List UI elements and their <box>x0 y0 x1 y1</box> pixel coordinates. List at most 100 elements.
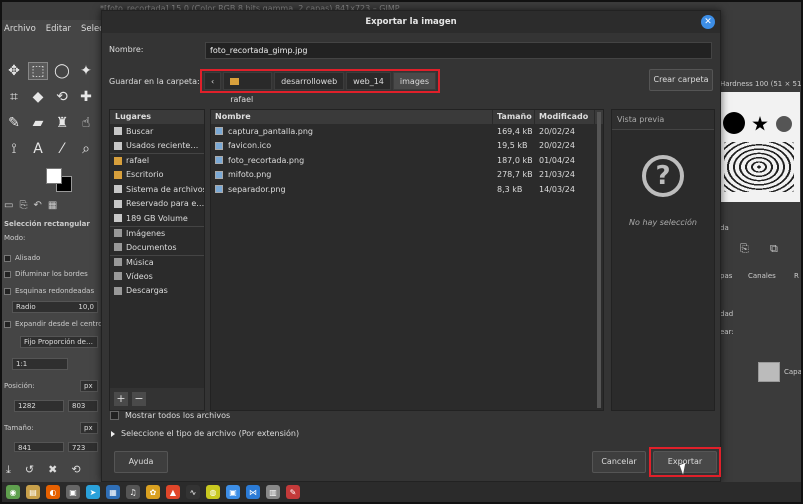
app-icon[interactable]: ✎ <box>286 485 300 499</box>
breadcrumb-web14[interactable]: web_14 <box>346 72 391 90</box>
menu-editar[interactable]: Editar <box>46 24 71 34</box>
column-size[interactable]: Tamaño <box>493 110 535 124</box>
delete-options-icon[interactable]: ✖ <box>48 463 57 477</box>
menu-archivo[interactable]: Archivo <box>4 24 36 34</box>
column-name[interactable]: Nombre <box>211 110 493 124</box>
file-row[interactable]: captura_pantalla.png 169,4 kB 20/02/24 <box>211 124 603 139</box>
monitor-icon[interactable]: ∿ <box>186 485 200 499</box>
size-unit[interactable]: px <box>80 422 98 434</box>
channels-tab[interactable]: Canales <box>748 272 776 280</box>
place-search[interactable]: Buscar <box>110 124 204 139</box>
reset-options-icon[interactable]: ⟲ <box>71 463 80 477</box>
lasso-tool-icon[interactable]: ◯ <box>52 62 72 80</box>
foreground-color[interactable] <box>46 168 62 184</box>
device-status-tab-icon[interactable]: ⎘ <box>19 200 27 211</box>
position-x-input[interactable]: 1282 <box>14 400 64 412</box>
images-tab-icon[interactable]: ▦ <box>48 200 57 211</box>
telegram-icon[interactable]: ➤ <box>86 485 100 499</box>
tool-options-tab-icon[interactable]: ▭ <box>4 200 13 211</box>
file-row[interactable]: favicon.ico 19,5 kB 20/02/24 <box>211 139 603 154</box>
color-swatches[interactable] <box>46 168 76 192</box>
breadcrumb-back-button[interactable]: ‹ <box>204 72 222 90</box>
duplicate-brush-icon[interactable]: ⧉ <box>770 242 778 256</box>
fuzzy-select-tool-icon[interactable]: ✦ <box>76 62 96 80</box>
restore-options-icon[interactable]: ↺ <box>25 463 34 477</box>
add-bookmark-button[interactable]: + <box>114 392 128 406</box>
file-row[interactable]: mifoto.png 278,7 kB 21/03/24 <box>211 168 603 183</box>
expand-checkbox[interactable] <box>4 320 11 328</box>
brush-soft[interactable] <box>776 116 792 132</box>
rounded-checkbox[interactable] <box>4 287 11 295</box>
app-icon[interactable]: ▥ <box>266 485 280 499</box>
place-volume[interactable]: 189 GB Volume <box>110 211 204 226</box>
help-button[interactable]: Ayuda <box>114 451 168 473</box>
remove-bookmark-button[interactable]: − <box>132 392 146 406</box>
menu-icon[interactable]: ◉ <box>6 485 20 499</box>
smudge-tool-icon[interactable]: ☝ <box>76 114 96 132</box>
undo-tab-icon[interactable]: ↶ <box>33 200 41 211</box>
place-images[interactable]: Imágenes <box>110 225 204 241</box>
text-tool-icon[interactable]: A <box>28 140 48 158</box>
layer-name[interactable]: Capa <box>784 368 802 376</box>
show-all-option[interactable]: Mostrar todos los archivos <box>110 411 230 420</box>
antialias-checkbox[interactable] <box>4 254 11 262</box>
show-all-checkbox[interactable] <box>110 411 119 420</box>
files-icon[interactable]: ▤ <box>26 485 40 499</box>
app-icon[interactable]: ▦ <box>106 485 120 499</box>
app-icon[interactable]: ▣ <box>226 485 240 499</box>
move-tool-icon[interactable]: ✥ <box>4 62 24 80</box>
layer-thumbnail[interactable] <box>758 362 780 382</box>
zoom-tool-icon[interactable]: ⌕ <box>76 140 96 158</box>
picker-tool-icon[interactable]: ⁄ <box>52 140 72 158</box>
layers-tab[interactable]: pas <box>720 272 732 280</box>
place-home[interactable]: rafael <box>110 153 204 168</box>
app-icon[interactable]: ✿ <box>146 485 160 499</box>
app-icon[interactable]: ▲ <box>166 485 180 499</box>
size-w-input[interactable]: 841 <box>14 442 64 452</box>
fixed-dropdown[interactable]: Fijo Proporción de… <box>20 336 98 348</box>
app-icon[interactable]: ◍ <box>206 485 220 499</box>
brush-texture-grid[interactable] <box>724 142 794 192</box>
paths-tab[interactable]: R <box>794 272 799 280</box>
place-videos[interactable]: Vídeos <box>110 269 204 284</box>
file-list-scrollbar[interactable] <box>597 112 601 408</box>
size-h-input[interactable]: 723 <box>68 442 98 452</box>
warp-tool-icon[interactable]: ⟲ <box>52 88 72 106</box>
place-music[interactable]: Música <box>110 254 204 270</box>
pencil-tool-icon[interactable]: ✎ <box>4 114 24 132</box>
eraser-tool-icon[interactable]: ▰ <box>28 114 48 132</box>
radius-slider[interactable]: Radio 10,0 <box>12 301 98 313</box>
position-unit[interactable]: px <box>80 380 98 392</box>
file-row[interactable]: separador.png 8,3 kB 14/03/24 <box>211 182 603 197</box>
position-y-input[interactable]: 803 <box>68 400 98 412</box>
breadcrumb-desarrolloweb[interactable]: desarrolloweb <box>274 72 345 90</box>
breadcrumb-images[interactable]: images <box>392 72 436 90</box>
paths-tool-icon[interactable]: ⟟ <box>4 140 24 158</box>
create-folder-button[interactable]: Crear carpeta <box>649 69 713 91</box>
rect-select-tool-icon[interactable]: ⬚ <box>28 62 48 80</box>
file-type-expander[interactable]: Seleccione el tipo de archivo (Por exten… <box>111 429 299 438</box>
cancel-button[interactable]: Cancelar <box>592 451 646 473</box>
filename-input[interactable] <box>205 42 712 59</box>
ratio-input[interactable]: 1:1 <box>12 358 68 370</box>
breadcrumb-rafael[interactable]: rafael <box>223 72 273 104</box>
transform-tool-icon[interactable]: ◆ <box>28 88 48 106</box>
place-recent[interactable]: Usados reciente… <box>110 139 204 154</box>
firefox-icon[interactable]: ◐ <box>46 485 60 499</box>
vscode-icon[interactable]: ⋈ <box>246 485 260 499</box>
place-desktop[interactable]: Escritorio <box>110 168 204 183</box>
file-row[interactable]: foto_recortada.png 187,0 kB 01/04/24 <box>211 153 603 168</box>
new-brush-icon[interactable]: ⎘ <box>740 242 749 256</box>
place-documents[interactable]: Documentos <box>110 240 204 255</box>
place-reserved[interactable]: Reservado para e… <box>110 197 204 212</box>
stamp-tool-icon[interactable]: ♜ <box>52 114 72 132</box>
place-downloads[interactable]: Descargas <box>110 284 204 299</box>
close-icon[interactable]: ✕ <box>701 15 715 29</box>
save-options-icon[interactable]: ⤓ <box>6 463 11 477</box>
brush-star[interactable] <box>752 116 768 131</box>
heal-tool-icon[interactable]: ✚ <box>76 88 96 106</box>
feather-checkbox[interactable] <box>4 270 11 278</box>
crop-tool-icon[interactable]: ⌗ <box>4 88 24 106</box>
brush-hard-circle[interactable] <box>723 112 745 134</box>
brush-grid[interactable] <box>720 92 800 202</box>
